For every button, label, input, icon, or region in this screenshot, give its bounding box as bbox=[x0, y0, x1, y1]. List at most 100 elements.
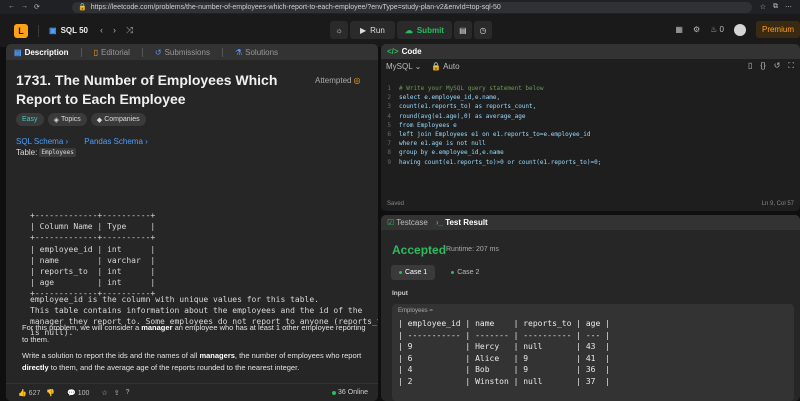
tab-test-result[interactable]: ›_ Test Result bbox=[436, 218, 488, 227]
play-icon: ▶ bbox=[360, 25, 367, 35]
favorite-icon[interactable]: ☆ bbox=[101, 389, 107, 397]
online-count: 36 Online bbox=[332, 389, 368, 396]
code-panel-header: </> Code bbox=[381, 44, 800, 59]
schema-line: | name | varchar | bbox=[30, 255, 156, 265]
premium-button[interactable]: Premium bbox=[755, 21, 800, 38]
pandas-schema-link[interactable]: Pandas Schema › bbox=[84, 137, 148, 146]
fire-icon: ♨ bbox=[710, 25, 718, 34]
case-2-button[interactable]: Case 2 bbox=[443, 265, 487, 280]
layout-icon[interactable]: ▦ bbox=[675, 25, 683, 34]
document-icon: ▤ bbox=[14, 47, 22, 57]
tabs-icon[interactable]: ⧉ bbox=[773, 3, 778, 11]
schema-table: +-------------+----------+ | Column Name… bbox=[30, 210, 155, 300]
saved-status: Saved bbox=[387, 201, 405, 207]
submit-button[interactable]: ☁ Submit bbox=[396, 21, 452, 39]
terminal-icon: ›_ bbox=[435, 218, 443, 227]
attempted-status: Attempted ◎ bbox=[315, 76, 361, 85]
table-row: | 9 | Hercy | null | 43 | bbox=[398, 342, 610, 352]
settings-icon[interactable]: ⚙ bbox=[693, 25, 700, 34]
flask-icon: ⚗ bbox=[234, 47, 243, 57]
checkbox-icon: ☑ bbox=[387, 218, 395, 227]
result-panel: ☑ Testcase ›_ Test Result Accepted Runti… bbox=[381, 215, 800, 401]
code-panel: </> Code MySQL ⌄ 🔒 Auto ▯ {} ↺ ⛶ 1 # Writ… bbox=[381, 44, 800, 211]
bookmark-icon[interactable]: ▯ bbox=[748, 61, 752, 71]
description-line: employee_id is the column with unique va… bbox=[30, 295, 319, 304]
editor-status-bar: Saved Ln 9, Col 57 bbox=[387, 201, 794, 207]
prev-problem-icon[interactable]: ‹ bbox=[100, 25, 103, 36]
next-problem-icon[interactable]: › bbox=[113, 25, 116, 36]
format-icon[interactable]: {} bbox=[760, 61, 765, 71]
cloud-upload-icon: ☁ bbox=[404, 25, 413, 35]
language-select[interactable]: MySQL ⌄ bbox=[386, 62, 421, 71]
case-1-button[interactable]: Case 1 bbox=[391, 265, 436, 280]
input-label: Input bbox=[392, 290, 408, 297]
code-editor[interactable]: 1 # Write your MySQL query statement belo… bbox=[381, 84, 601, 167]
auto-mode[interactable]: 🔒 Auto bbox=[431, 62, 459, 71]
avatar[interactable] bbox=[733, 23, 746, 36]
run-button[interactable]: ▶ Run bbox=[350, 21, 395, 39]
reset-icon[interactable]: ↺ bbox=[774, 61, 781, 71]
divider bbox=[141, 47, 143, 57]
bookmark-icon[interactable]: ☆ bbox=[760, 3, 766, 11]
sql-schema-link[interactable]: SQL Schema › bbox=[16, 137, 68, 146]
tab-submissions[interactable]: ↺ Submissions bbox=[155, 48, 210, 57]
table-row: | employee_id | name | reports_to | age … bbox=[398, 319, 610, 328]
dislike-button[interactable]: 👎 bbox=[46, 389, 55, 397]
topics-chip[interactable]: ◈ Topics bbox=[47, 113, 87, 126]
forward-icon[interactable]: → bbox=[21, 3, 28, 11]
reload-icon[interactable]: ⟳ bbox=[34, 3, 40, 11]
companies-chip[interactable]: ◆ Companies bbox=[90, 113, 146, 126]
fullscreen-icon[interactable]: ⛶ bbox=[788, 61, 794, 71]
lock-icon: 🔒 bbox=[431, 61, 442, 71]
leetcode-logo-icon[interactable]: L bbox=[14, 23, 28, 38]
lock-icon: ◆ bbox=[96, 116, 103, 124]
code-toolbar: MySQL ⌄ 🔒 Auto ▯ {} ↺ ⛶ bbox=[381, 59, 800, 73]
runtime-text: Runtime: 207 ms bbox=[446, 246, 499, 253]
debug-button[interactable]: ☼ bbox=[330, 21, 348, 39]
study-plan-icon: ▣ bbox=[49, 26, 57, 35]
menu-icon[interactable]: ⋯ bbox=[785, 3, 792, 11]
thumbs-up-icon: 👍 bbox=[18, 389, 27, 397]
input-table-title: Employees = bbox=[398, 308, 433, 314]
back-icon[interactable]: ← bbox=[8, 3, 15, 11]
note-button[interactable]: ▤ bbox=[453, 21, 472, 39]
comments-button[interactable]: 💬 100 bbox=[67, 389, 89, 397]
streak-counter[interactable]: ♨ 0 bbox=[710, 25, 724, 34]
chevron-down-icon: ⌄ bbox=[414, 61, 422, 71]
result-tabbar: ☑ Testcase ›_ Test Result bbox=[381, 215, 800, 230]
bold-term: managers bbox=[199, 351, 235, 360]
table-row: | ----------- | ------- | ---------- | -… bbox=[398, 330, 610, 340]
like-button[interactable]: 👍 627 bbox=[18, 389, 40, 397]
code-line: 5 from Employees e bbox=[387, 121, 457, 129]
description-tabbar: ▤ Description ▯ Editorial ↺ Submissions … bbox=[6, 44, 378, 60]
code-line: 1 # Write your MySQL query statement belo… bbox=[387, 85, 544, 92]
help-icon[interactable]: ? bbox=[126, 389, 130, 396]
code-line: 4 round(avg(e1.age),0) as average_age bbox=[387, 112, 526, 120]
code-line: 2 select e.employee_id,e.name, bbox=[387, 94, 501, 102]
difficulty-badge: Easy bbox=[16, 113, 44, 126]
tab-description[interactable]: ▤ Description bbox=[14, 48, 69, 57]
table-row: | 2 | Winston | null | 37 | bbox=[398, 376, 610, 386]
note-icon: ▤ bbox=[459, 25, 467, 35]
code-line: 7 where e1.age is not null bbox=[387, 140, 486, 148]
study-plan-title[interactable]: ▣ SQL 50 bbox=[49, 26, 88, 35]
tab-testcase[interactable]: ☑ Testcase bbox=[387, 218, 428, 227]
history-icon: ↺ bbox=[154, 47, 162, 57]
chevron-right-icon: › bbox=[145, 137, 148, 146]
url-text: https://leetcode.com/problems/the-number… bbox=[90, 3, 501, 11]
shuffle-icon[interactable]: ⤨ bbox=[126, 25, 133, 36]
bug-icon: ☼ bbox=[335, 25, 343, 35]
problem-paragraph-1: For this problem, we will consider a man… bbox=[22, 323, 366, 344]
table-name-row: Table: Employees bbox=[16, 148, 76, 157]
timer-button[interactable]: ◷ bbox=[473, 21, 492, 39]
divider bbox=[80, 47, 82, 57]
input-box: Employees = | employee_id | name | repor… bbox=[392, 304, 794, 401]
chevron-right-icon: › bbox=[65, 137, 69, 146]
online-dot-icon bbox=[332, 390, 337, 395]
address-bar[interactable]: 🔒 https://leetcode.com/problems/the-numb… bbox=[72, 1, 752, 13]
tab-editorial[interactable]: ▯ Editorial bbox=[94, 48, 130, 57]
tab-solutions[interactable]: ⚗ Solutions bbox=[235, 48, 278, 57]
share-icon[interactable]: ⇪ bbox=[114, 389, 120, 397]
problem-footer: 👍 627 👎 💬 100 ☆ ⇪ ? 36 Online bbox=[6, 383, 378, 401]
problem-paragraph-2: Write a solution to report the ids and t… bbox=[22, 351, 362, 372]
